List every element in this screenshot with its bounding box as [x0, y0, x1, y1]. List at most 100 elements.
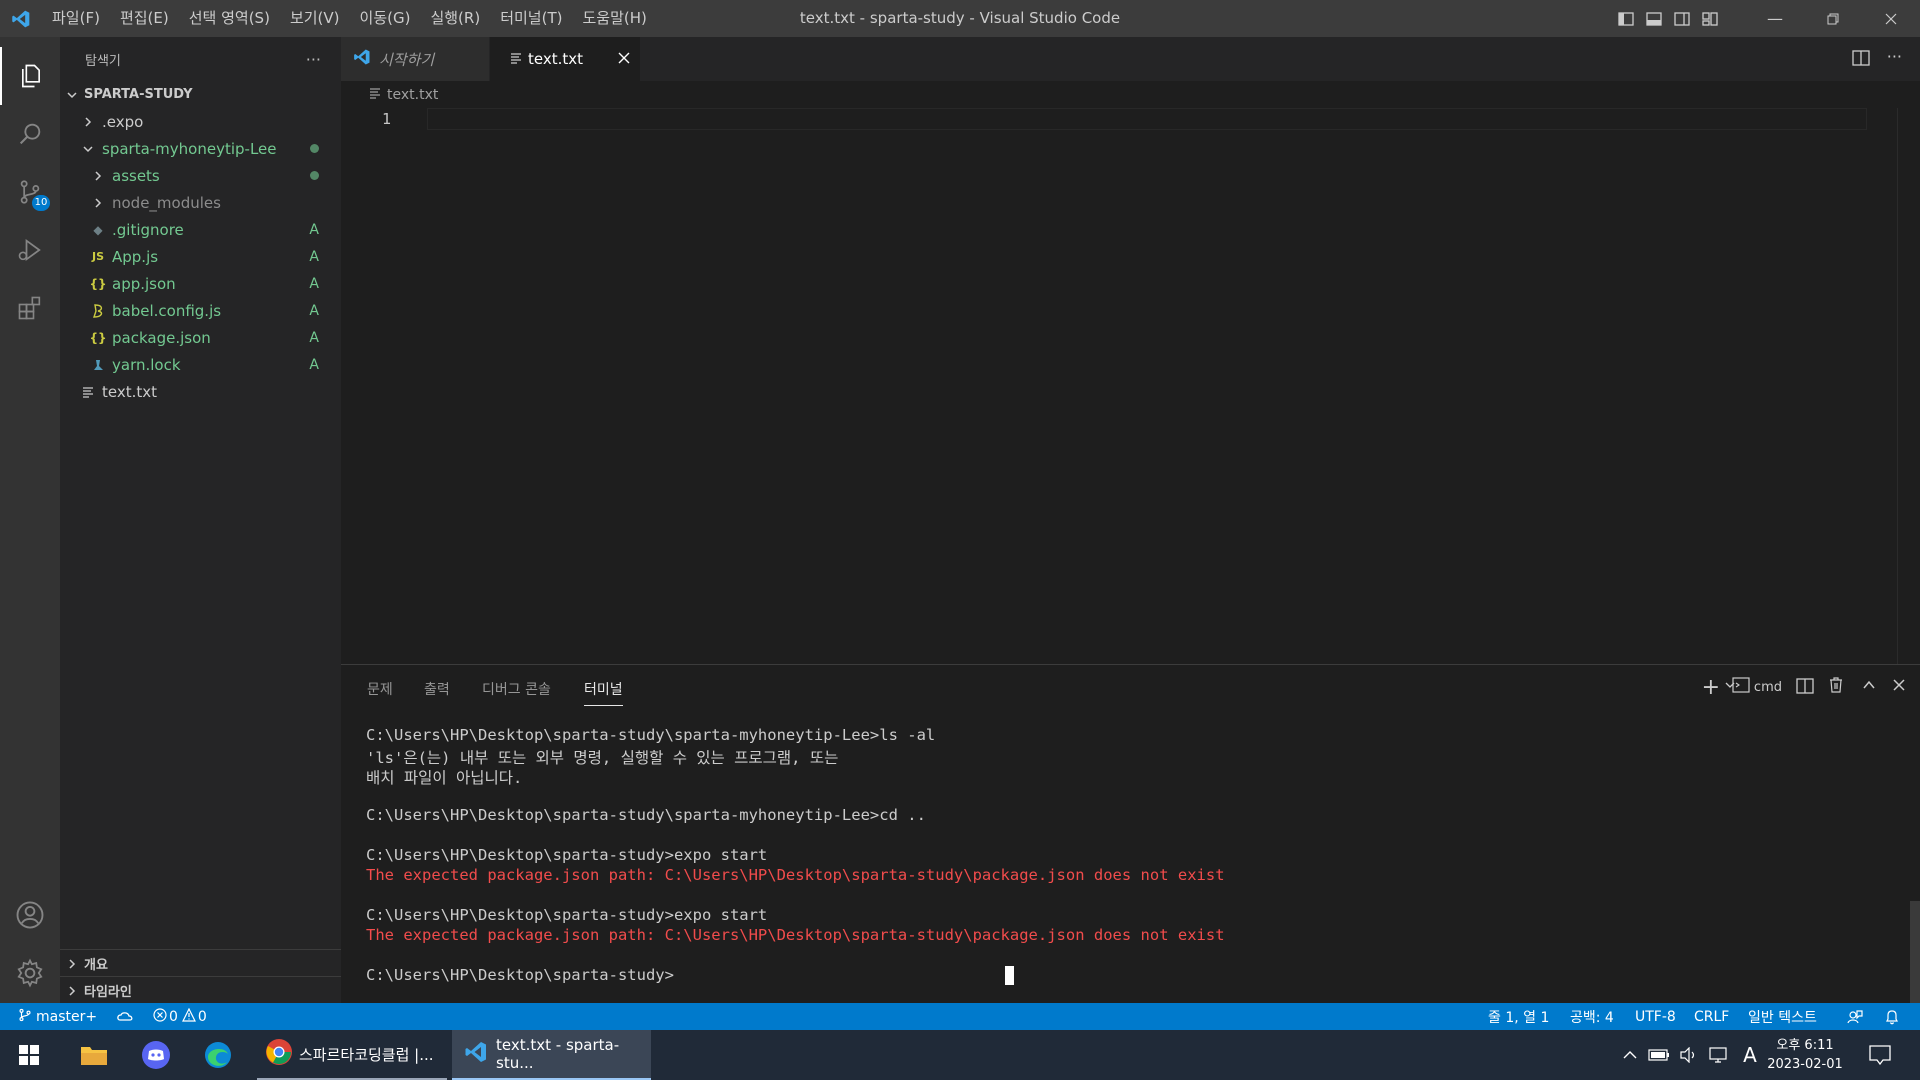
toggle-sidebar-icon[interactable]: [1612, 0, 1640, 37]
explorer-more-actions-button[interactable]: ···: [306, 50, 321, 69]
git-modified-dot: [310, 144, 319, 153]
settings-gear-icon[interactable]: [0, 944, 60, 1002]
new-terminal-icon[interactable]: +: [1702, 675, 1720, 700]
restore-button[interactable]: [1804, 0, 1862, 37]
taskbar-app-chrome[interactable]: 스파르타코딩클럽 |...: [257, 1030, 447, 1080]
toggle-secondary-sidebar-icon[interactable]: [1668, 0, 1696, 37]
volume-icon[interactable]: [1676, 1030, 1702, 1080]
menu-bar: 파일(F) 편집(E) 선택 영역(S) 보기(V) 이동(G) 실행(R) 터미널(T) 도…: [42, 0, 657, 37]
taskbar-app-label: 스파르타코딩클럽 |...: [299, 1045, 434, 1064]
menu-item[interactable]: 도움말(H): [572, 0, 656, 37]
explorer-icon[interactable]: [0, 47, 60, 105]
timeline-section-header[interactable]: 타임라인: [60, 976, 341, 1004]
language-mode[interactable]: 일반 텍스트: [1748, 1003, 1817, 1030]
terminal-line: C:\Users\HP\Desktop\sparta-study>: [366, 966, 674, 984]
clock[interactable]: 오후 6:11 2023-02-01: [1766, 1030, 1844, 1080]
run-debug-icon[interactable]: [0, 221, 60, 279]
split-editor-icon[interactable]: [1852, 49, 1870, 71]
tree-file-gitignore[interactable]: ◆ .gitignore A: [60, 216, 341, 243]
search-icon[interactable]: [0, 105, 60, 163]
editor-area[interactable]: 1: [341, 108, 1920, 664]
minimize-button[interactable]: —: [1746, 0, 1804, 37]
file-explorer-icon[interactable]: [68, 1030, 120, 1080]
notifications-bell-icon[interactable]: [1885, 1003, 1899, 1030]
terminal-line: C:\Users\HP\Desktop\sparta-study>expo st…: [366, 846, 768, 864]
branch-name: master+: [36, 1008, 98, 1025]
chevron-right-icon: [90, 197, 106, 209]
cursor-position[interactable]: 줄 1, 열 1: [1488, 1003, 1549, 1030]
git-status-badge: A: [309, 329, 319, 346]
explorer-sidebar: 탐색기 ··· SPARTA-STUDY .expo sparta-myhone…: [60, 37, 341, 1003]
sync-icon[interactable]: [116, 1003, 134, 1030]
menu-item[interactable]: 터미널(T): [490, 0, 572, 37]
battery-icon[interactable]: [1646, 1030, 1672, 1080]
taskbar-app-vscode[interactable]: text.txt - sparta-stu...: [452, 1030, 651, 1080]
tree-folder-node-modules[interactable]: node_modules: [60, 189, 341, 216]
terminal-line: C:\Users\HP\Desktop\sparta-study>expo st…: [366, 906, 768, 924]
editor-more-actions-icon[interactable]: ···: [1887, 47, 1902, 66]
menu-item[interactable]: 파일(F): [42, 0, 110, 37]
terminal-scrollbar-thumb[interactable]: [1910, 901, 1920, 1004]
tab-output[interactable]: 출력: [424, 679, 450, 699]
toggle-panel-icon[interactable]: [1640, 0, 1668, 37]
menu-item[interactable]: 편집(E): [110, 0, 179, 37]
close-window-button[interactable]: [1862, 0, 1920, 37]
split-terminal-icon[interactable]: [1796, 677, 1814, 699]
windows-start-icon[interactable]: [0, 1030, 58, 1080]
error-icon: [153, 1007, 167, 1026]
edge-browser-icon[interactable]: [192, 1030, 244, 1080]
close-panel-icon[interactable]: [1892, 678, 1906, 696]
outline-label: 개요: [84, 958, 108, 973]
show-hidden-icons-chevron-icon[interactable]: [1618, 1030, 1642, 1080]
ime-indicator[interactable]: A: [1738, 1030, 1762, 1080]
terminal-icon: [1732, 677, 1750, 697]
bottom-panel: 문제 출력 디버그 콘솔 터미널 + cmd C:\Users\HP\Deskt…: [341, 664, 1920, 1004]
tab-problems[interactable]: 문제: [367, 679, 393, 699]
workspace-root[interactable]: SPARTA-STUDY: [60, 81, 341, 108]
tab-terminal[interactable]: 터미널: [584, 679, 623, 706]
discord-icon[interactable]: [130, 1030, 182, 1080]
tab-debug-console[interactable]: 디버그 콘솔: [482, 679, 551, 699]
eol-status[interactable]: CRLF: [1694, 1003, 1729, 1030]
scrollbar-track[interactable]: [1897, 108, 1898, 664]
menu-item[interactable]: 이동(G): [350, 0, 421, 37]
breadcrumb-item[interactable]: text.txt: [387, 87, 438, 103]
tree-folder-expo[interactable]: .expo: [60, 108, 341, 135]
menu-item[interactable]: 선택 영역(S): [179, 0, 280, 37]
tree-file-text-txt[interactable]: text.txt: [60, 378, 341, 405]
source-control-icon[interactable]: 10: [0, 163, 60, 221]
indentation-status[interactable]: 공백: 4: [1570, 1003, 1614, 1030]
trash-icon[interactable]: [1828, 676, 1844, 698]
tree-item-label: .expo: [102, 112, 144, 131]
accounts-icon[interactable]: [0, 886, 60, 944]
tab-text-txt[interactable]: text.txt: [490, 37, 640, 81]
tree-file-babel-config[interactable]: babel.config.js A: [60, 297, 341, 324]
menu-item[interactable]: 보기(V): [280, 0, 350, 37]
tree-file-yarn-lock[interactable]: yarn.lock A: [60, 351, 341, 378]
outline-section-header[interactable]: 개요: [60, 949, 341, 977]
problems-status[interactable]: 0 0: [153, 1003, 207, 1030]
feedback-icon[interactable]: [1847, 1003, 1863, 1030]
tree-file-app-js[interactable]: JS App.js A: [60, 243, 341, 270]
customize-layout-icon[interactable]: [1696, 0, 1724, 37]
tree-folder-assets[interactable]: assets: [60, 162, 341, 189]
vscode-icon: [353, 48, 371, 70]
menu-item[interactable]: 실행(R): [420, 0, 490, 37]
maximize-panel-icon[interactable]: [1862, 678, 1876, 696]
close-tab-icon[interactable]: [618, 50, 630, 68]
git-file-icon: ◆: [93, 222, 103, 237]
encoding-status[interactable]: UTF-8: [1635, 1003, 1676, 1030]
tab-welcome[interactable]: 시작하기: [341, 37, 489, 81]
terminal-line: C:\Users\HP\Desktop\sparta-study\sparta-…: [366, 726, 936, 744]
tree-file-app-json[interactable]: {} app.json A: [60, 270, 341, 297]
editor-tab-bar: 시작하기 text.txt ···: [341, 37, 1920, 81]
extensions-icon[interactable]: [0, 279, 60, 337]
vscode-logo-icon: [0, 0, 42, 37]
terminal-line: 배치 파일이 아닙니다.: [366, 769, 523, 787]
notification-center-icon[interactable]: [1860, 1030, 1900, 1080]
network-icon[interactable]: [1706, 1030, 1732, 1080]
tree-folder-sparta-myhoneytip-lee[interactable]: sparta-myhoneytip-Lee: [60, 135, 341, 162]
terminal-selector[interactable]: cmd: [1732, 677, 1782, 697]
git-branch-status[interactable]: master+: [18, 1003, 97, 1030]
tree-file-package-json[interactable]: {} package.json A: [60, 324, 341, 351]
